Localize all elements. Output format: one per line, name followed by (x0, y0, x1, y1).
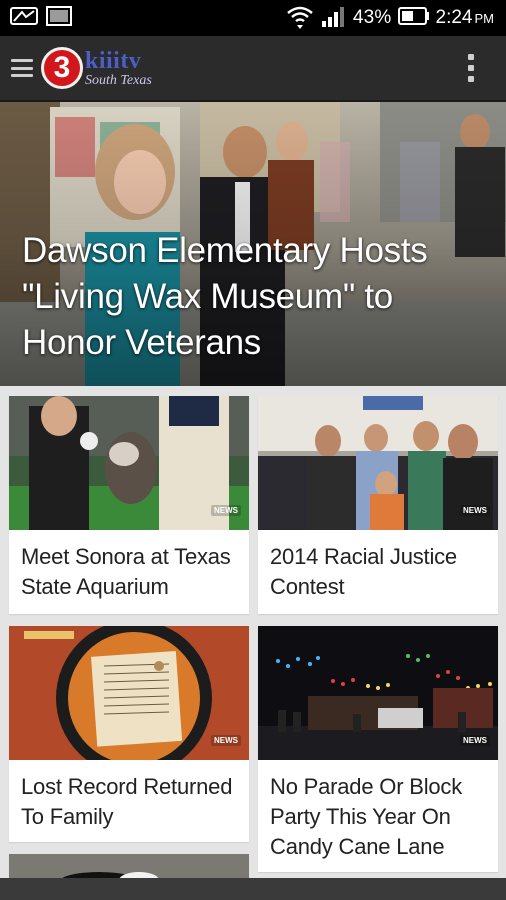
clock-ampm: PM (474, 11, 495, 26)
status-bar: 43% 2:24 PM (0, 0, 506, 36)
signal-icon (321, 5, 347, 32)
gallery-icon (46, 5, 72, 31)
battery-icon (397, 6, 430, 30)
story-thumbnail: NEWS (258, 626, 498, 760)
story-thumbnail: NEWS (258, 396, 498, 530)
story-title: 2014 Racial Justice Contest (270, 544, 457, 599)
news-badge: NEWS (211, 735, 241, 746)
station-logo[interactable]: 3 kiiitv South Texas (41, 43, 152, 93)
notification-card-icon (10, 6, 38, 30)
news-badge: NEWS (211, 505, 241, 516)
hero-story[interactable]: Dawson Elementary Hosts "Living Wax Muse… (0, 102, 506, 386)
menu-icon[interactable] (11, 59, 33, 77)
story-title: No Parade Or Block Party This Year On Ca… (270, 774, 463, 859)
story-title: Meet Sonora at Texas State Aquarium (21, 544, 231, 599)
overflow-menu-icon[interactable] (468, 54, 474, 82)
app-root: { "status_bar": { "battery_percent": "43… (0, 0, 506, 900)
news-badge: NEWS (460, 505, 490, 516)
clock-time: 2:24 (435, 7, 473, 28)
news-badge: NEWS (460, 735, 490, 746)
logo-number: 3 (41, 47, 83, 89)
story-card[interactable]: NEWS Lost Record Returned To Family (9, 626, 249, 842)
story-card[interactable]: NEWS No Parade Or Block Party This Year … (258, 626, 498, 872)
story-thumbnail: NEWS (9, 396, 249, 530)
logo-subtext: South Texas (85, 72, 152, 88)
logo-text: kiiitv (85, 47, 142, 74)
story-title: Lost Record Returned To Family (21, 774, 233, 829)
battery-percent: 43% (352, 7, 392, 28)
hero-title: Dawson Elementary Hosts "Living Wax Muse… (22, 231, 428, 362)
story-thumbnail: NEWS (9, 626, 249, 760)
bottom-bar (0, 878, 506, 900)
story-card[interactable]: NEWS Meet Sonora at Texas State Aquarium (9, 396, 249, 614)
app-bar: 3 kiiitv South Texas (0, 36, 506, 102)
story-card[interactable]: NEWS 2014 Racial Justice Contest (258, 396, 498, 614)
wifi-icon (285, 3, 315, 34)
